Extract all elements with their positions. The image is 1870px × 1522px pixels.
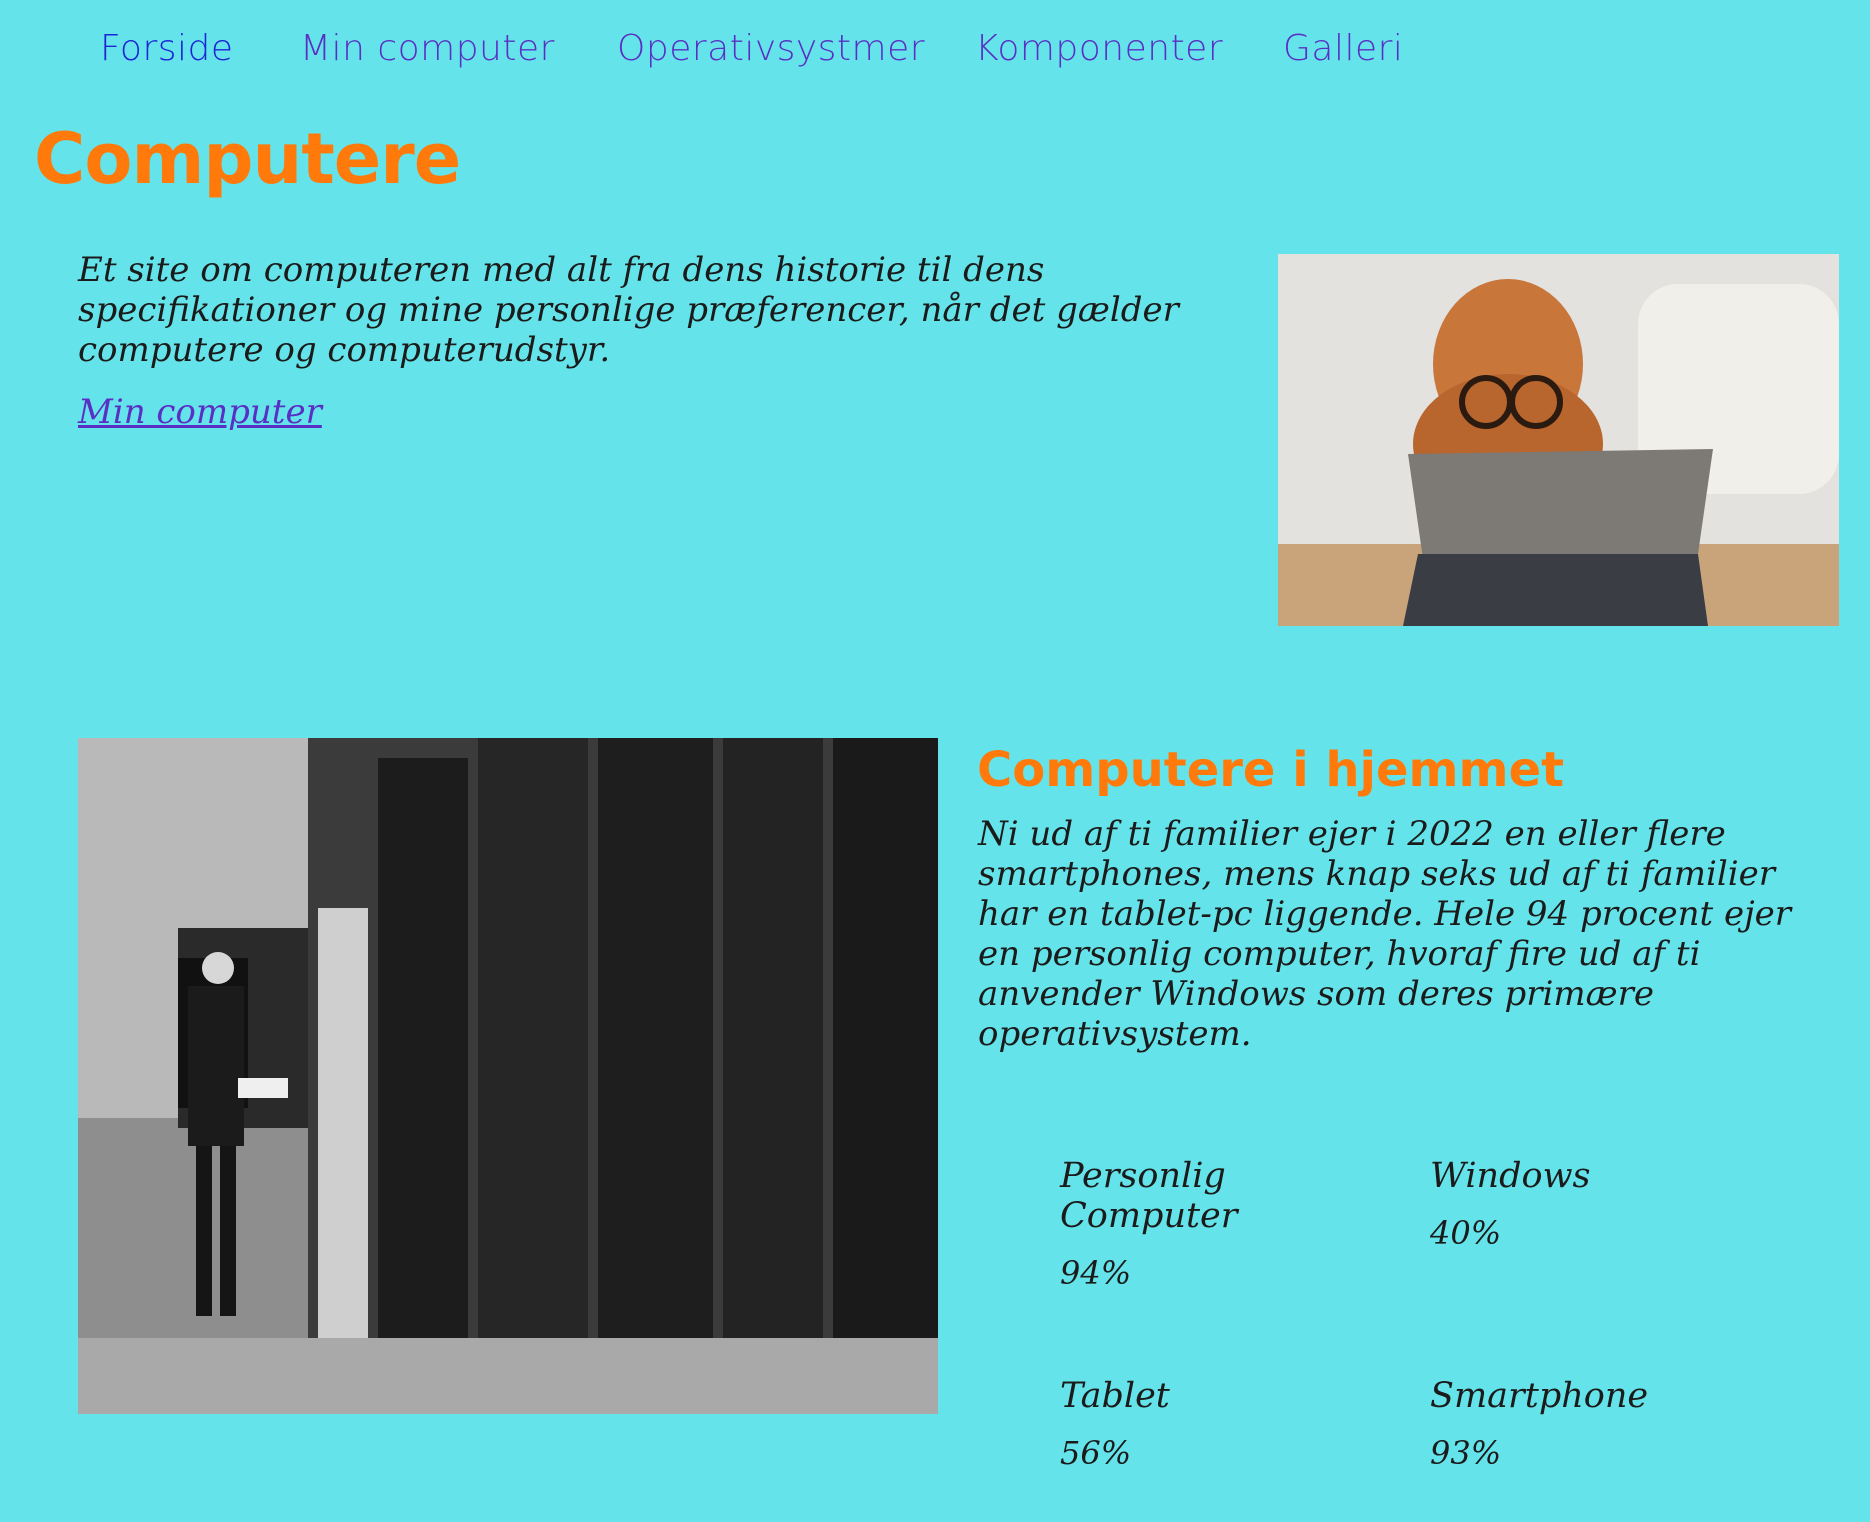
early-computer-photo (78, 738, 938, 1414)
section-body-text: Ni ud af ti familier ejer i 2022 en elle… (978, 814, 1792, 1054)
stat-smartphone: Smartphone 93% (1430, 1376, 1730, 1472)
section-title-computere-i-hjemmet: Computere i hjemmet (977, 742, 1565, 798)
main-navigation: Forside Min computer Operativsystmer Kom… (0, 28, 1870, 78)
min-computer-link[interactable]: Min computer (78, 392, 322, 432)
stat-value: 94% (1060, 1254, 1132, 1292)
nav-link-forside[interactable]: Forside (100, 28, 234, 69)
site-title: Computere (34, 118, 461, 200)
stat-windows: Windows 40% (1430, 1156, 1730, 1252)
stat-personlig-computer: Personlig Computer 94% (1060, 1156, 1360, 1292)
nav-link-operativsystmer[interactable]: Operativsystmer (617, 28, 925, 69)
stat-label: Tablet (1060, 1376, 1170, 1416)
nav-link-komponenter[interactable]: Komponenter (975, 28, 1223, 69)
stat-tablet: Tablet 56% (1060, 1376, 1360, 1472)
nav-link-galleri[interactable]: Galleri (1283, 28, 1403, 69)
stat-label: Windows (1430, 1156, 1591, 1196)
dog-with-tablet-image (1278, 254, 1839, 626)
stat-value: 40% (1430, 1214, 1502, 1252)
stat-value: 93% (1430, 1434, 1502, 1472)
stat-value: 56% (1060, 1434, 1132, 1472)
stat-label: Smartphone (1430, 1376, 1649, 1416)
stat-label: Personlig Computer (1060, 1156, 1238, 1236)
nav-link-min-computer[interactable]: Min computer (300, 28, 555, 69)
intro-text: Et site om computeren med alt fra dens h… (78, 250, 1179, 370)
